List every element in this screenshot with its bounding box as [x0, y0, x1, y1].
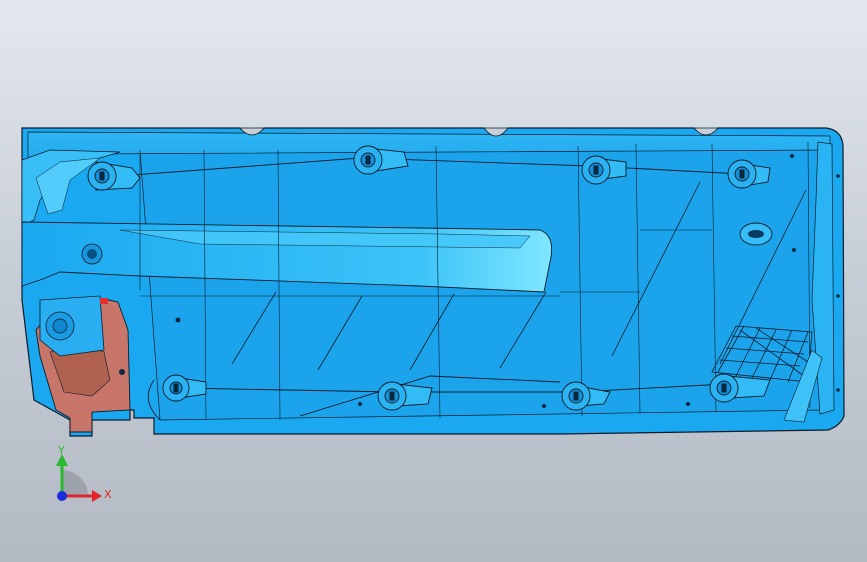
triad-z-axis [57, 491, 67, 501]
triad-arc [62, 470, 88, 496]
graphics-viewport[interactable]: Y X [0, 0, 867, 562]
tray-part[interactable] [21, 127, 845, 437]
triad-x-arrow [92, 490, 102, 502]
triad-x-label: X [104, 488, 112, 501]
section-marker [100, 298, 108, 304]
triad-y-label: Y [57, 444, 65, 457]
reference-triad[interactable]: Y X [56, 444, 112, 502]
